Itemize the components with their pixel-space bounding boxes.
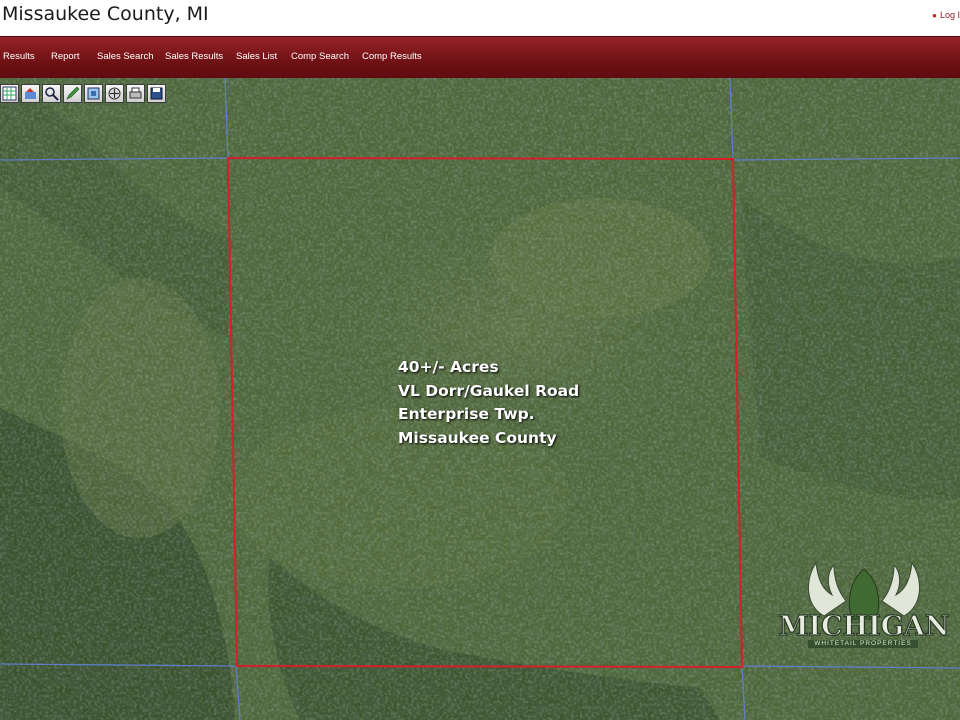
- login-link[interactable]: ● Log I: [932, 10, 960, 20]
- parcels-icon[interactable]: [21, 84, 40, 103]
- watermark-logo: MICHIGAN WHITETAIL PROPERTIES: [776, 561, 952, 651]
- nav-sales-list[interactable]: Sales List: [236, 51, 277, 62]
- caption-county: Missaukee County: [398, 428, 557, 447]
- nav-comp-search[interactable]: Comp Search: [291, 51, 349, 62]
- user-icon: ●: [932, 10, 937, 20]
- caption-acreage: 40+/- Acres: [398, 358, 499, 376]
- nav-sales-results[interactable]: Sales Results: [165, 51, 223, 62]
- draw-icon[interactable]: [63, 84, 82, 103]
- nav-results[interactable]: Results: [3, 51, 35, 62]
- print-icon[interactable]: [126, 84, 145, 103]
- page-title: Missaukee County, MI: [2, 3, 209, 25]
- property-caption: 40+/- Acres VL Dorr/Gaukel Road Enterpri…: [398, 356, 579, 450]
- zoom-icon[interactable]: [42, 84, 61, 103]
- logo-text: MICHIGAN: [778, 611, 950, 642]
- nav-comp-results[interactable]: Comp Results: [362, 51, 422, 62]
- main-nav: Results Report Sales Search Sales Result…: [0, 36, 960, 79]
- layers-icon[interactable]: [0, 84, 19, 103]
- save-icon[interactable]: [147, 84, 166, 103]
- map-toolbar: [0, 84, 166, 103]
- aerial-map[interactable]: 40+/- Acres VL Dorr/Gaukel Road Enterpri…: [0, 78, 960, 720]
- logo-subtext: WHITETAIL PROPERTIES: [808, 640, 918, 648]
- nav-sales-search[interactable]: Sales Search: [97, 51, 154, 62]
- header: Missaukee County, MI ● Log I: [0, 0, 960, 36]
- caption-township: Enterprise Twp.: [398, 405, 535, 423]
- caption-road: VL Dorr/Gaukel Road: [398, 381, 580, 400]
- pan-icon[interactable]: [105, 84, 124, 103]
- nav-report[interactable]: Report: [51, 51, 80, 62]
- measure-icon[interactable]: [84, 84, 103, 103]
- login-label: Log I: [939, 10, 960, 20]
